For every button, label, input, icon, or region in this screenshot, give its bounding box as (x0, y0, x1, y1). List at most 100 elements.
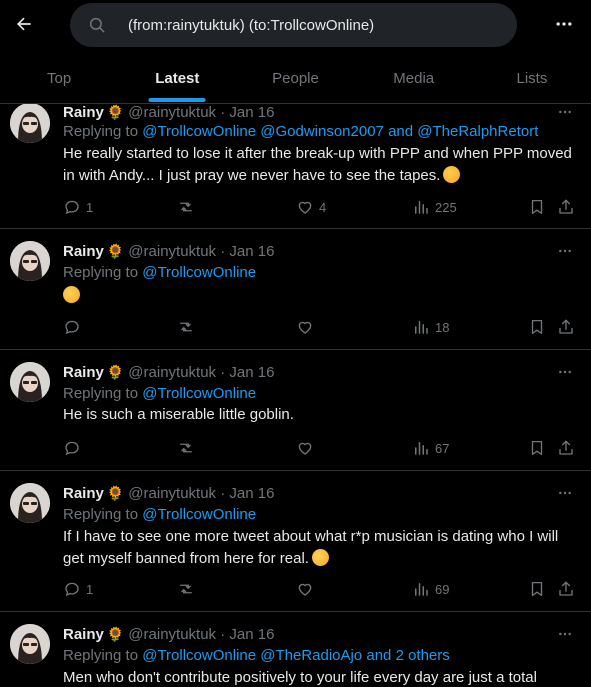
tweet-date[interactable]: Jan 16 (229, 243, 274, 260)
tweet-date[interactable]: Jan 16 (229, 485, 274, 502)
tweet[interactable]: Rainy 🌻 @rainytuktuk · Jan 16 Replying to … (0, 229, 591, 350)
heart-icon (298, 321, 312, 334)
display-name[interactable]: Rainy (63, 485, 104, 502)
bookmark-button[interactable] (528, 317, 546, 337)
tweet-actions: 1 69 (63, 579, 578, 599)
tweet[interactable]: Rainy 🌻 @rainytuktuk · Jan 16 Replying to … (0, 471, 591, 612)
bookmark-button[interactable] (528, 579, 546, 599)
retweet-button[interactable] (176, 317, 201, 337)
bookmark-icon (531, 581, 543, 597)
view-count: 18 (435, 319, 450, 335)
back-arrow-icon[interactable] (10, 10, 38, 38)
user-handle[interactable]: @rainytuktuk (128, 626, 216, 643)
tweet-date[interactable]: Jan 16 (229, 626, 274, 643)
retweet-button[interactable] (176, 438, 201, 458)
reply-icon (65, 441, 79, 456)
mention-link[interactable]: @TrollcowOnline (142, 506, 256, 523)
tweet-body: He is such a miserable little goblin. (63, 406, 294, 423)
tweet-text (63, 285, 575, 307)
more-options-icon[interactable] (550, 10, 578, 38)
search-tabs: Top Latest People Media Lists (0, 52, 591, 104)
bar-chart-icon (415, 321, 428, 334)
replying-to: Replying to @TrollcowOnline @Godwinson20… (63, 123, 538, 141)
sunflower-icon: 🌻 (106, 626, 125, 642)
reply-button[interactable]: 1 (63, 197, 93, 217)
share-button[interactable] (557, 317, 575, 337)
separator-dot: · (220, 364, 226, 381)
bookmark-button[interactable] (528, 197, 546, 217)
mention-link[interactable]: @TrollcowOnline @TheRadioAjo and 2 other… (142, 647, 450, 664)
tweet[interactable]: Rainy 🌻 @rainytuktuk · Jan 16 Replying to … (0, 101, 591, 229)
separator-dot: · (220, 485, 226, 502)
replying-to: Replying to @TrollcowOnline @TheRadioAjo… (63, 647, 450, 665)
tab-label: Lists (516, 69, 548, 87)
share-button[interactable] (557, 197, 575, 217)
reply-button[interactable] (63, 317, 86, 337)
avatar[interactable] (10, 103, 50, 143)
like-button[interactable] (296, 579, 319, 599)
bookmark-button[interactable] (528, 438, 546, 458)
tweet-more-icon[interactable] (555, 103, 575, 121)
tab-lists[interactable]: Lists (473, 52, 591, 104)
bar-chart-icon (415, 442, 428, 455)
views-button[interactable]: 69 (412, 579, 449, 599)
tweet-text: Men who don't contribute positively to y… (63, 667, 575, 687)
sunflower-icon: 🌻 (106, 485, 125, 501)
user-handle[interactable]: @rainytuktuk (128, 243, 216, 260)
replying-to-prefix: Replying to (63, 264, 139, 281)
like-count: 4 (319, 199, 327, 215)
views-button[interactable]: 225 (412, 197, 457, 217)
tab-media[interactable]: Media (355, 52, 473, 104)
avatar[interactable] (10, 362, 50, 402)
replying-to-prefix: Replying to (63, 385, 139, 402)
avatar[interactable] (10, 624, 50, 664)
tweet[interactable]: Rainy 🌻 @rainytuktuk · Jan 16 Replying to … (0, 350, 591, 471)
retweet-button[interactable] (176, 579, 201, 599)
mention-link[interactable]: @TrollcowOnline (142, 385, 256, 402)
separator-dot: · (220, 626, 226, 643)
views-button[interactable]: 67 (412, 438, 449, 458)
reply-button[interactable] (63, 438, 86, 458)
mention-link[interactable]: @TrollcowOnline @Godwinson2007 and @TheR… (142, 123, 538, 140)
display-name[interactable]: Rainy (63, 243, 104, 260)
retweet-icon (180, 443, 192, 453)
like-button[interactable]: 4 (296, 197, 326, 217)
retweet-button[interactable] (176, 197, 201, 217)
display-name[interactable]: Rainy (63, 364, 104, 381)
tweet-more-icon[interactable] (555, 625, 575, 643)
tweet-date[interactable]: Jan 16 (229, 364, 274, 381)
tab-label: Top (47, 69, 72, 87)
avatar[interactable] (10, 241, 50, 281)
heart-icon (298, 442, 312, 455)
tweet-more-icon[interactable] (555, 242, 575, 260)
replying-to-prefix: Replying to (63, 647, 139, 664)
tweet-date[interactable]: Jan 16 (229, 104, 274, 121)
search-input[interactable]: (from:rainytuktuk) (to:TrollcowOnline) (70, 3, 517, 47)
user-handle[interactable]: @rainytuktuk (128, 485, 216, 502)
tab-top[interactable]: Top (0, 52, 118, 104)
user-handle[interactable]: @rainytuktuk (128, 104, 216, 121)
retweet-icon (180, 584, 192, 594)
display-name[interactable]: Rainy (63, 104, 104, 121)
like-button[interactable] (296, 438, 319, 458)
tab-label: Media (393, 69, 435, 87)
separator-dot: · (220, 243, 226, 260)
display-name[interactable]: Rainy (63, 626, 104, 643)
avatar[interactable] (10, 483, 50, 523)
replying-to-prefix: Replying to (63, 123, 139, 140)
share-button[interactable] (557, 438, 575, 458)
views-button[interactable]: 18 (412, 317, 449, 337)
tab-latest[interactable]: Latest (118, 52, 236, 104)
reply-icon (65, 200, 79, 215)
bar-chart-icon (415, 201, 428, 214)
reply-button[interactable]: 1 (63, 579, 93, 599)
tab-people[interactable]: People (236, 52, 354, 104)
tweet-more-icon[interactable] (555, 484, 575, 502)
tweet[interactable]: Rainy 🌻 @rainytuktuk · Jan 16 Replying to … (0, 612, 591, 687)
share-button[interactable] (557, 579, 575, 599)
bar-chart-icon (415, 583, 428, 596)
user-handle[interactable]: @rainytuktuk (128, 364, 216, 381)
mention-link[interactable]: @TrollcowOnline (142, 264, 256, 281)
like-button[interactable] (296, 317, 319, 337)
tweet-more-icon[interactable] (555, 363, 575, 381)
